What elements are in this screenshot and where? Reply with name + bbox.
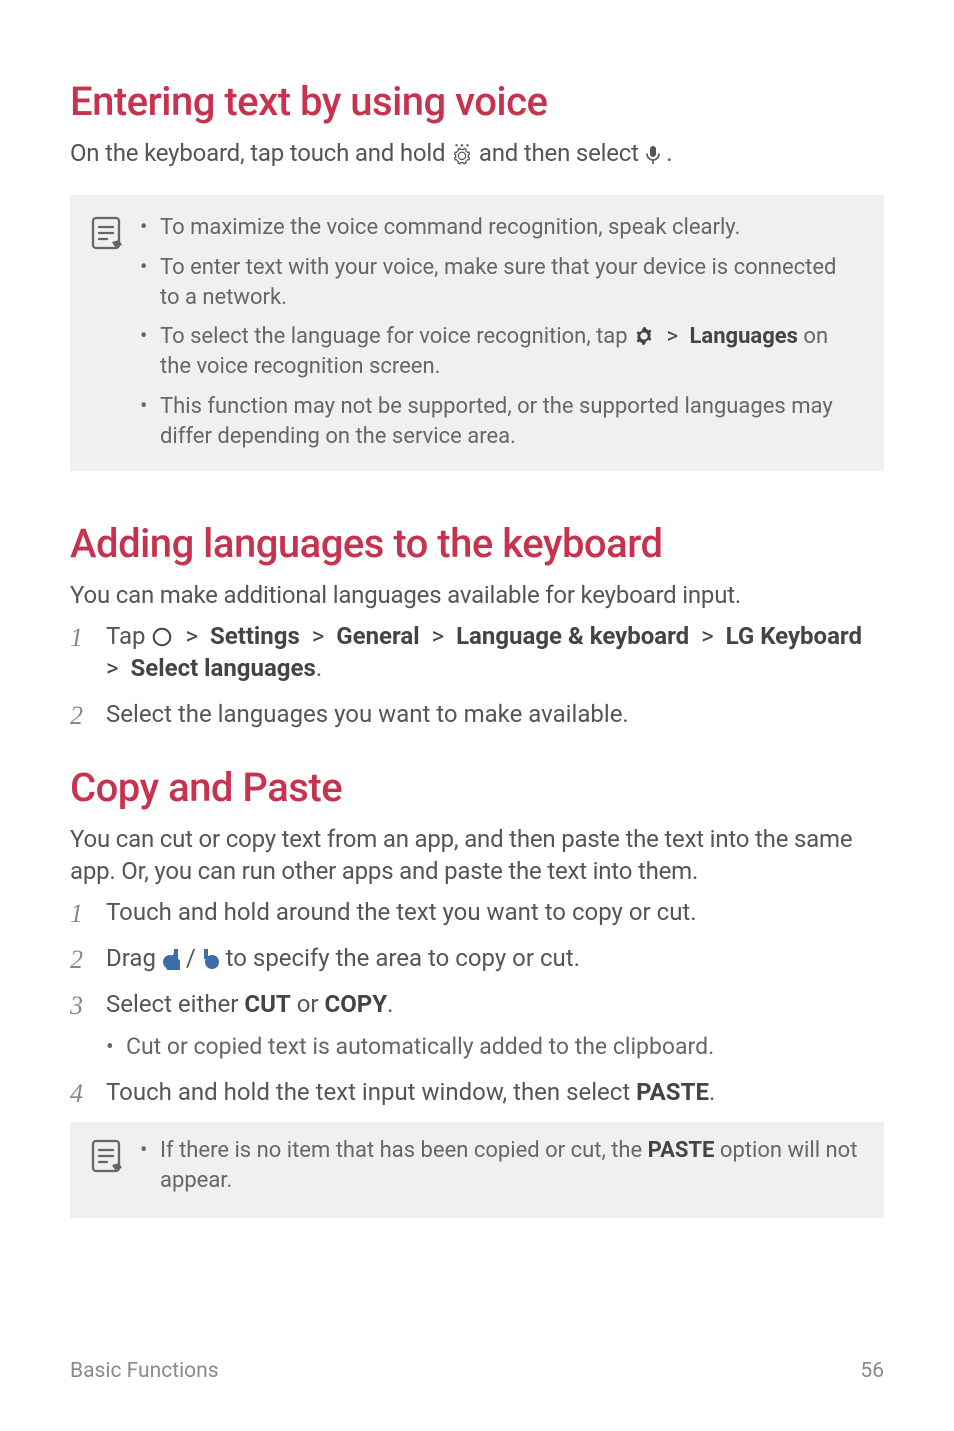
step-num-1: 1 (70, 896, 82, 931)
addlang-s1-a: Tap (106, 622, 151, 650)
addlang-step-1: 1 Tap > Settings > General > Language & … (70, 620, 884, 685)
copypaste-steps: 1 Touch and hold around the text you wan… (70, 896, 884, 1109)
footer-right: 56 (860, 1357, 884, 1385)
gt: > (667, 322, 679, 352)
cp-s2-b: / (186, 944, 202, 972)
section-voice: Entering text by using voice On the keyb… (70, 75, 884, 471)
note-icon (90, 1138, 126, 1174)
cp-s4-a: Touch and hold the text input window, th… (106, 1078, 636, 1106)
section-addlang: Adding languages to the keyboard You can… (70, 517, 884, 731)
voice-note-1: To maximize the voice command recognitio… (140, 213, 860, 243)
gt: > (185, 620, 198, 652)
addlang-langkb: Language & keyboard (456, 622, 689, 650)
cp-s3-sublist: Cut or copied text is automatically adde… (106, 1031, 884, 1062)
gt: > (312, 620, 325, 652)
addlang-sel: Select languages (131, 654, 316, 682)
paste-note-a: If there is no item that has been copied… (160, 1138, 648, 1163)
addlang-step-2: 2 Select the languages you want to make … (70, 698, 884, 730)
cp-s1: Touch and hold around the text you want … (106, 898, 697, 926)
heading-voice: Entering text by using voice (70, 75, 884, 129)
step-num-2: 2 (70, 942, 82, 977)
cp-s2-c: to specify the area to copy or cut. (226, 944, 580, 972)
step-num-2: 2 (70, 698, 82, 733)
step-num-1: 1 (70, 620, 82, 655)
cp-s3-dot: . (387, 990, 393, 1018)
addlang-dot: . (316, 654, 322, 682)
paste-note: If there is no item that has been copied… (140, 1136, 860, 1195)
drag-handle-right-icon (202, 948, 220, 970)
cp-step-4: 4 Touch and hold the text input window, … (70, 1076, 884, 1108)
step-num-4: 4 (70, 1076, 82, 1111)
gear-bold-icon (633, 325, 655, 347)
cp-cut: CUT (244, 990, 290, 1018)
cp-s3-a: Select either (106, 990, 244, 1018)
footer: Basic Functions 56 (70, 1357, 884, 1385)
voice-intro-text-b: and then select (479, 139, 645, 167)
voice-note-2: To enter text with your voice, make sure… (140, 253, 860, 312)
cp-s3-sub: Cut or copied text is automatically adde… (106, 1031, 884, 1062)
voice-intro-text-c: . (666, 139, 672, 167)
addlang-steps: 1 Tap > Settings > General > Language & … (70, 620, 884, 731)
addlang-general: General (336, 622, 419, 650)
addlang-settings: Settings (210, 622, 300, 650)
note-icon (90, 215, 126, 251)
cp-s2-a: Drag (106, 944, 162, 972)
gt: > (432, 620, 445, 652)
cp-step-1: 1 Touch and hold around the text you wan… (70, 896, 884, 928)
circle-icon (151, 626, 173, 648)
gear-dots-icon (451, 143, 473, 165)
addlang-s2: Select the languages you want to make av… (106, 700, 629, 728)
gt: > (701, 620, 714, 652)
footer-left: Basic Functions (70, 1357, 219, 1385)
voice-note-3-bold: Languages (690, 324, 798, 349)
note-box-paste: If there is no item that has been copied… (70, 1122, 884, 1217)
note-box-voice: To maximize the voice command recognitio… (70, 195, 884, 471)
voice-note-4: This function may not be supported, or t… (140, 392, 860, 451)
voice-intro: On the keyboard, tap touch and hold and … (70, 137, 884, 169)
cp-s4-dot: . (709, 1078, 715, 1106)
cp-copy: COPY (325, 990, 388, 1018)
paste-note-bold: PASTE (648, 1138, 715, 1163)
addlang-lgkb: LG Keyboard (726, 622, 862, 650)
gt: > (106, 652, 119, 684)
section-copypaste: Copy and Paste You can cut or copy text … (70, 761, 884, 1218)
paste-note-list: If there is no item that has been copied… (140, 1136, 860, 1195)
voice-note-list: To maximize the voice command recognitio… (140, 213, 860, 451)
step-num-3: 3 (70, 988, 82, 1023)
voice-note-3: To select the language for voice recogni… (140, 322, 860, 381)
cp-step-2: 2 Drag / to specify the area to copy or … (70, 942, 884, 974)
voice-note-3-a: To select the language for voice recogni… (160, 324, 633, 349)
heading-copypaste: Copy and Paste (70, 761, 884, 815)
cp-paste: PASTE (636, 1078, 709, 1106)
cp-s3-or: or (297, 990, 325, 1018)
microphone-icon (645, 145, 661, 165)
cp-step-3: 3 Select either CUT or COPY. Cut or copi… (70, 988, 884, 1061)
copypaste-intro: You can cut or copy text from an app, an… (70, 823, 884, 888)
drag-handle-left-icon (162, 948, 180, 970)
addlang-intro: You can make additional languages availa… (70, 579, 884, 611)
voice-intro-text-a: On the keyboard, tap touch and hold (70, 139, 451, 167)
heading-addlang: Adding languages to the keyboard (70, 517, 884, 571)
